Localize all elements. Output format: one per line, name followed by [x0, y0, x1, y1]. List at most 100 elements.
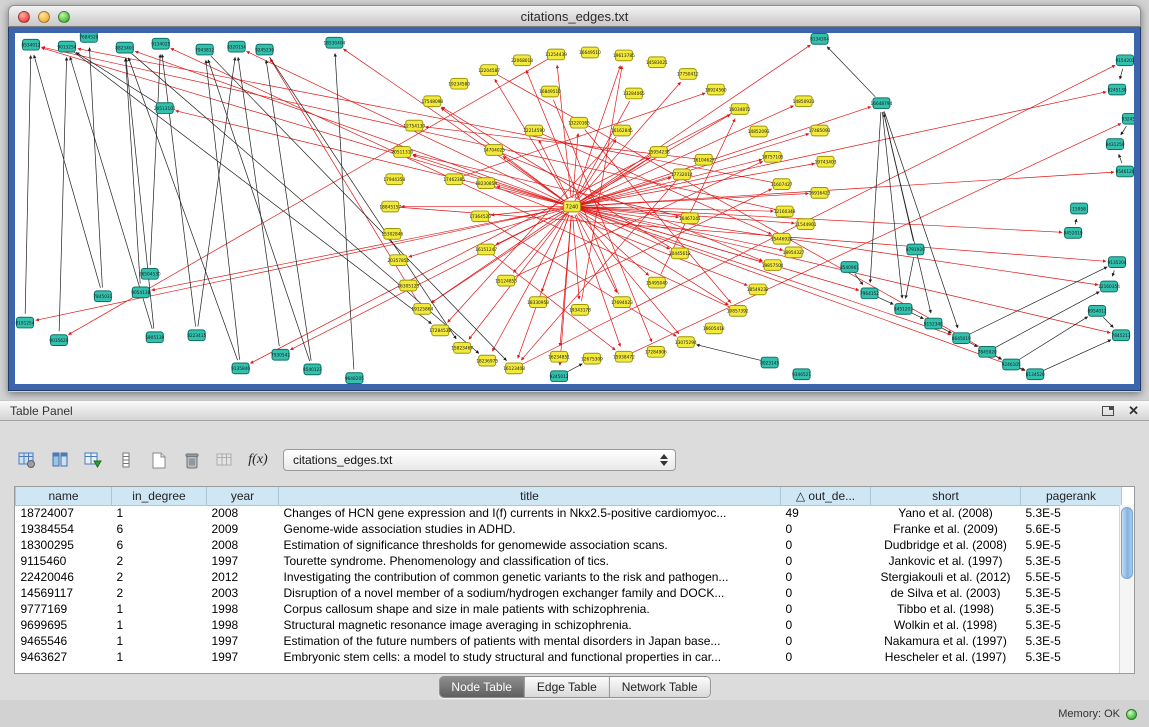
graph-node[interactable]: 11607427	[771, 179, 793, 190]
graph-edge[interactable]	[162, 54, 196, 326]
graph-edge[interactable]	[469, 214, 567, 340]
graph-node[interactable]: 18954327	[783, 247, 805, 258]
table-cell[interactable]: 2003	[207, 585, 279, 601]
graph-node[interactable]: 8534012	[21, 39, 40, 50]
graph-node[interactable]: 20357851	[387, 255, 409, 266]
table-row[interactable]: 911546021997Tourette syndrome. Phenomeno…	[16, 553, 1122, 569]
graph-node[interactable]: 20445612	[669, 248, 691, 259]
graph-node[interactable]: 18530404	[324, 37, 346, 48]
graph-edge[interactable]	[827, 47, 875, 97]
graph-node[interactable]: 8431250	[1105, 139, 1124, 150]
graph-node[interactable]: 9346521	[792, 369, 811, 380]
graph-edge[interactable]	[59, 57, 66, 331]
graph-node[interactable]: 7845213	[1111, 330, 1130, 341]
graph-edge[interactable]	[995, 292, 1099, 348]
column-header-2[interactable]: year	[207, 487, 279, 505]
graph-node[interactable]: 19743403	[815, 156, 837, 167]
graph-node[interactable]: 16123408	[503, 363, 525, 374]
graph-edge[interactable]	[581, 208, 1098, 285]
table-cell[interactable]: 18724007	[16, 505, 112, 521]
graph-edge[interactable]	[1112, 270, 1114, 276]
graph-node[interactable]: 19613785	[613, 50, 635, 61]
column-header-6[interactable]: pagerank	[1021, 487, 1122, 505]
graph-node[interactable]: 19125864	[411, 304, 433, 315]
table-cell[interactable]: Investigating the contribution of common…	[279, 569, 781, 585]
table-cell[interactable]: Stergiakouli et al. (2012)	[871, 569, 1021, 585]
table-row[interactable]: 946554611997Estimation of the future num…	[16, 633, 1122, 649]
graph-node[interactable]: 7964152	[860, 288, 879, 299]
table-cell[interactable]: 1	[112, 649, 207, 665]
table-row[interactable]: 969969511998Structural magnetic resonanc…	[16, 617, 1122, 633]
graph-node[interactable]: 15958	[1071, 203, 1088, 214]
graph-edge[interactable]	[493, 255, 615, 350]
graph-edge[interactable]	[89, 48, 102, 288]
table-cell[interactable]: 0	[781, 553, 871, 569]
table-cell[interactable]: 1997	[207, 553, 279, 569]
graph-node[interactable]: 19857504	[762, 260, 784, 271]
table-edit-icon[interactable]	[82, 449, 104, 471]
new-column-icon[interactable]	[148, 449, 170, 471]
table-cell[interactable]: Changes of HCN gene expression and I(f) …	[279, 505, 781, 521]
table-cell[interactable]: 5.9E-5	[1021, 537, 1122, 553]
table-cell[interactable]: 2	[112, 585, 207, 601]
graph-edge[interactable]	[580, 209, 950, 334]
table-cell[interactable]: 18300295	[16, 537, 112, 553]
graph-edge[interactable]	[290, 211, 564, 350]
graph-node[interactable]: 11544901	[795, 219, 817, 230]
graph-node[interactable]: 17694023	[611, 297, 633, 308]
graph-edge[interactable]	[557, 65, 571, 198]
table-row[interactable]: 2242004622012Investigating the contribut…	[16, 569, 1122, 585]
table-cell[interactable]: 6	[112, 521, 207, 537]
show-columns-icon[interactable]	[49, 449, 71, 471]
graph-node[interactable]: 16151247	[475, 244, 497, 255]
close-panel-icon[interactable]: ✕	[1128, 404, 1139, 417]
table-cell[interactable]: 0	[781, 601, 871, 617]
table-cell[interactable]: Embryonic stem cells: a model to study s…	[279, 649, 781, 665]
table-cell[interactable]: 9465546	[16, 633, 112, 649]
graph-edge[interactable]	[870, 112, 881, 283]
graph-node[interactable]: 9135204	[1107, 257, 1126, 268]
graph-node[interactable]: 16467241	[679, 213, 701, 224]
table-cell[interactable]: 1998	[207, 617, 279, 633]
graph-edge[interactable]	[1103, 317, 1113, 327]
table-cell[interactable]: 2008	[207, 537, 279, 553]
graph-edge[interactable]	[995, 356, 1001, 359]
graph-edge[interactable]	[135, 51, 563, 203]
table-cell[interactable]: 0	[781, 633, 871, 649]
graph-node[interactable]: 17485093	[809, 125, 831, 136]
table-cell[interactable]: Corpus callosum shape and size in male p…	[279, 601, 781, 617]
graph-node[interactable]: 11254439	[545, 49, 567, 60]
graph-node[interactable]: 18757105	[762, 151, 784, 162]
graph-edge[interactable]	[76, 52, 157, 103]
table-row[interactable]: 1872400712008Changes of HCN gene express…	[16, 505, 1122, 521]
graph-node[interactable]: 17732014	[671, 169, 693, 180]
graph-edge[interactable]	[884, 114, 914, 241]
table-cell[interactable]: 1998	[207, 601, 279, 617]
graph-node[interactable]: 7943812	[195, 44, 214, 55]
graph-node[interactable]: 8134520	[1026, 369, 1045, 380]
table-row[interactable]: 946362711997Embryonic stem cells: a mode…	[16, 649, 1122, 665]
table-cell[interactable]: 1997	[207, 633, 279, 649]
network-window-titlebar[interactable]: citations_edges.txt	[8, 5, 1141, 27]
graph-edge[interactable]	[34, 55, 101, 288]
graph-node[interactable]: 12754139	[403, 120, 425, 131]
graph-node[interactable]: 9324510	[1121, 113, 1134, 124]
graph-node[interactable]: 7240	[564, 201, 581, 212]
graph-node[interactable]: 7930542	[271, 349, 290, 360]
add-column-icon[interactable]	[115, 449, 137, 471]
graph-node[interactable]: 16104627	[693, 154, 715, 165]
table-cell[interactable]: de Silva et al. (2003)	[871, 585, 1021, 601]
graph-node[interactable]: 18330958	[527, 297, 549, 308]
graph-node[interactable]: 13075294	[675, 337, 697, 348]
table-cell[interactable]: 9115460	[16, 553, 112, 569]
graph-node[interactable]: 17284906	[645, 346, 667, 357]
graph-node[interactable]: 12675309	[581, 353, 603, 364]
table-cell[interactable]: Hescheler et al. (1997)	[871, 649, 1021, 665]
graph-edge[interactable]	[128, 58, 237, 360]
table-cell[interactable]: Wolkin et al. (1998)	[871, 617, 1021, 633]
close-window-button[interactable]	[18, 11, 30, 23]
graph-edge[interactable]	[399, 207, 1106, 261]
graph-node[interactable]: 22068018	[511, 55, 533, 66]
graph-edge[interactable]	[198, 57, 235, 326]
graph-node[interactable]: 9648205	[345, 373, 364, 384]
